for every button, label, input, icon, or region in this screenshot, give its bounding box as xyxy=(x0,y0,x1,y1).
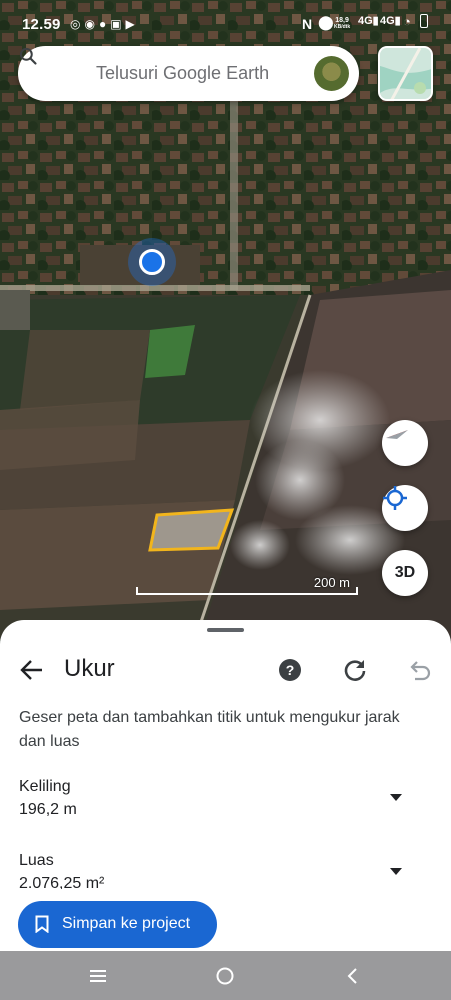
nfc-icon: N xyxy=(302,16,313,32)
page-title: Ukur xyxy=(64,655,115,682)
my-location-button[interactable] xyxy=(382,485,428,531)
search-placeholder: Telusuri Google Earth xyxy=(96,63,270,83)
back-nav-icon[interactable] xyxy=(342,965,364,987)
scale-bar: 200 m xyxy=(136,575,358,599)
save-bar: Simpan ke project xyxy=(0,889,451,951)
search-bar[interactable]: Telusuri Google Earth xyxy=(18,46,359,101)
battery-icon xyxy=(420,14,428,28)
map-style-button[interactable] xyxy=(378,46,433,101)
area-label: Luas xyxy=(19,852,54,869)
toggle-3d-button[interactable]: 3D xyxy=(382,550,428,596)
undo-icon[interactable] xyxy=(406,657,432,683)
home-icon[interactable] xyxy=(214,965,236,987)
signal-icon-2: 4G▮ xyxy=(380,15,401,27)
save-to-project-button[interactable]: Simpan ke project xyxy=(18,901,217,948)
perimeter-label: Keliling xyxy=(19,778,71,795)
measured-area-polygon[interactable] xyxy=(148,508,235,552)
measure-instruction: Geser peta dan tambahkan titik untuk men… xyxy=(19,709,400,750)
status-bar: 12.59 ◎◉●▣▶ N ⬤ 18,9 KB/dtk 4G▮ 4G▮ ◔ xyxy=(0,0,451,52)
wifi-icon: ◔ xyxy=(403,14,411,29)
account-avatar[interactable] xyxy=(314,56,349,91)
search-icon xyxy=(19,47,37,65)
chevron-down-icon[interactable] xyxy=(389,792,403,802)
map-style-thumbnail-icon xyxy=(380,48,431,99)
signal-icon: 4G▮ xyxy=(358,15,379,27)
notification-icons: ◎◉●▣▶ xyxy=(70,17,139,31)
perimeter-row[interactable]: Keliling 196,2 m xyxy=(0,778,451,828)
location-status-icon: ⬤ xyxy=(318,14,334,30)
compass-icon xyxy=(386,430,408,439)
current-location-marker xyxy=(128,238,176,286)
status-time: 12.59 xyxy=(22,16,61,33)
system-navigation-bar xyxy=(0,951,451,1000)
back-arrow-icon[interactable] xyxy=(18,656,46,684)
refresh-icon[interactable] xyxy=(342,657,368,683)
my-location-icon xyxy=(383,486,407,510)
network-speed: 18,9 KB/dtk xyxy=(334,17,351,30)
bookmark-icon xyxy=(35,915,49,933)
save-to-project-label: Simpan ke project xyxy=(62,915,191,932)
compass-button[interactable] xyxy=(382,420,428,466)
svg-text:?: ? xyxy=(286,662,295,678)
satellite-map[interactable]: 12.59 ◎◉●▣▶ N ⬤ 18,9 KB/dtk 4G▮ 4G▮ ◔ Te… xyxy=(0,0,451,640)
help-icon[interactable]: ? xyxy=(277,657,303,683)
chevron-down-icon[interactable] xyxy=(389,866,403,876)
measure-header: Ukur ? xyxy=(0,648,451,692)
drag-handle[interactable] xyxy=(207,628,244,632)
recent-apps-icon[interactable] xyxy=(87,965,109,987)
perimeter-value: 196,2 m xyxy=(19,801,77,818)
